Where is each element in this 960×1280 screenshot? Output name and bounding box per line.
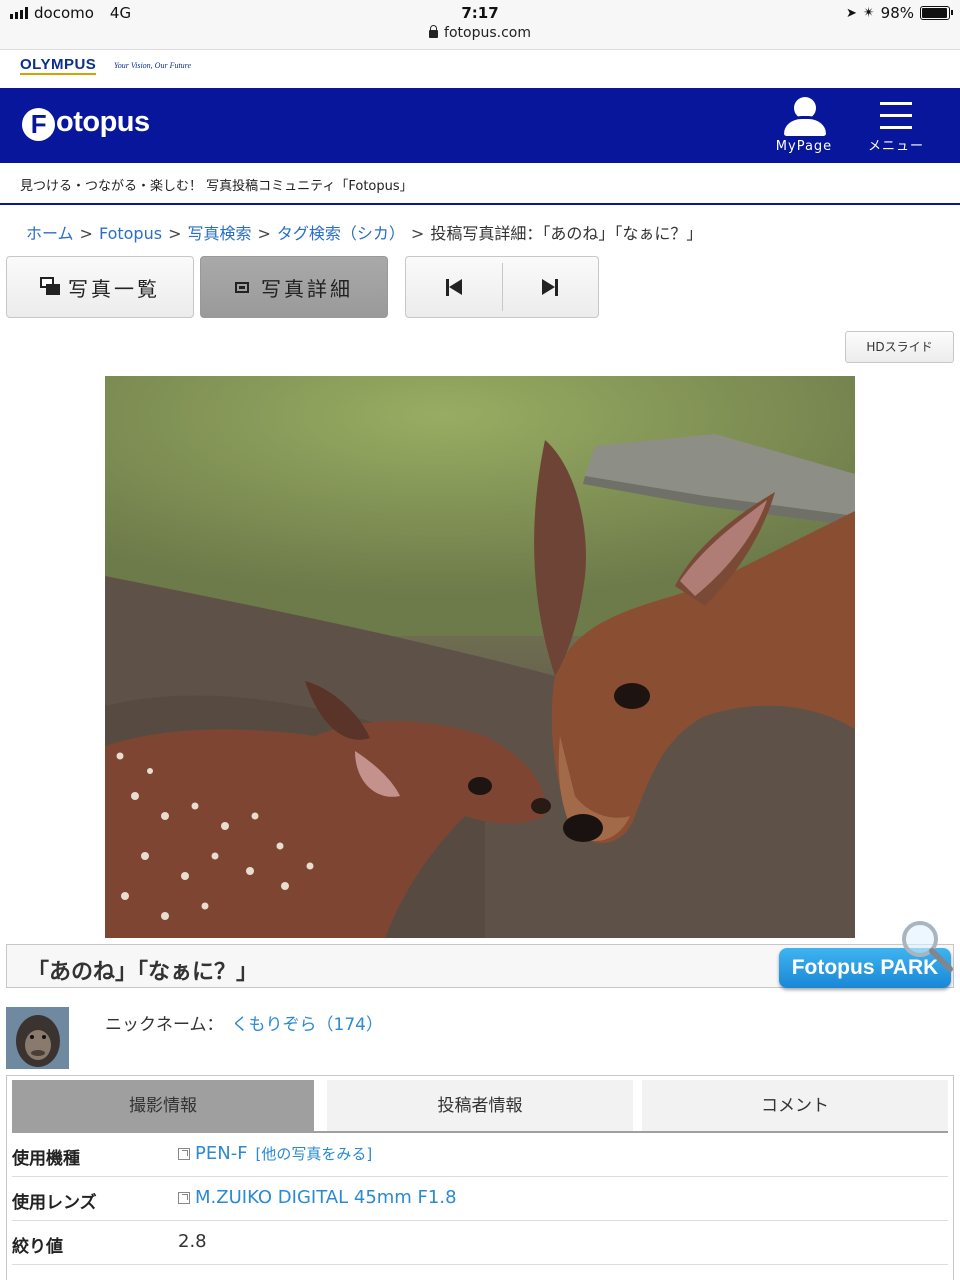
battery-percent: 98%	[880, 4, 914, 22]
tab-comments[interactable]: コメント	[642, 1080, 948, 1132]
camera-link[interactable]: PEN-F	[195, 1143, 248, 1164]
breadcrumb-sep: >	[168, 224, 182, 243]
info-value: M.ZUIKO DIGITAL 45mm F1.8	[178, 1187, 457, 1208]
info-key: 絞り値	[12, 1237, 63, 1257]
skip-previous-icon	[445, 278, 462, 296]
photo-detail-button[interactable]: 写真詳細	[200, 256, 388, 318]
brand-text: otopus	[56, 106, 150, 138]
menu-button[interactable]: メニュー	[858, 94, 934, 158]
breadcrumb-sep: >	[257, 224, 271, 243]
olympus-strip: OLYMPUS Your Vision, Our Future	[0, 50, 960, 88]
breadcrumb-home[interactable]: ホーム	[26, 224, 74, 243]
tab-poster-info[interactable]: 投稿者情報	[327, 1080, 633, 1132]
info-value: PEN-F [他の写真をみる]	[178, 1143, 372, 1164]
breadcrumb-current: 投稿写真詳細：「あのね」「なぁに？」	[430, 224, 703, 243]
olympus-logo[interactable]: OLYMPUS	[20, 56, 97, 75]
breadcrumb-search[interactable]: 写真検索	[187, 224, 251, 243]
address-bar[interactable]: fotopus.com	[0, 25, 960, 41]
breadcrumb-sep: >	[410, 224, 425, 243]
mypage-label: MyPage	[775, 139, 833, 154]
photo-list-button[interactable]: 写真一覧	[6, 256, 194, 318]
ios-status-bar: docomo 4G 7:17 fotopus.com ➤ ✴ 98%	[0, 0, 960, 50]
photo-title: 「あのね」「なぁに？」	[27, 960, 259, 985]
battery-icon	[920, 6, 953, 20]
previous-photo-button[interactable]	[406, 257, 502, 317]
info-key: 使用レンズ	[12, 1193, 97, 1213]
breadcrumb-fotopus[interactable]: Fotopus	[99, 224, 162, 243]
photo-nav	[405, 256, 599, 318]
site-header: Fotopus MyPage メニュー	[0, 88, 960, 163]
breadcrumb-tag[interactable]: タグ検索（シカ）	[277, 224, 405, 243]
photo-detail-icon	[235, 281, 249, 293]
hamburger-icon	[880, 102, 912, 138]
person-icon-body	[784, 116, 826, 136]
info-row-camera: 使用機種 PEN-F [他の写真をみる]	[12, 1133, 948, 1177]
skip-next-icon	[542, 278, 559, 296]
tab-shooting-info[interactable]: 撮影情報	[12, 1080, 314, 1132]
brand-initial: F	[22, 108, 55, 141]
fotopus-logo[interactable]: Fotopus	[22, 106, 150, 141]
nickname-link[interactable]: くもりぞら（174）	[232, 1015, 383, 1035]
info-row-aperture: 絞り値 2.8	[12, 1221, 948, 1265]
clock: 7:17	[461, 4, 499, 22]
photo-list-label: 写真一覧	[68, 276, 160, 301]
menu-label: メニュー	[867, 139, 924, 154]
breadcrumb: ホーム > Fotopus > 写真検索 > タグ検索（シカ） > 投稿写真詳細：「あのね」「な…	[26, 220, 702, 244]
info-key: 使用機種	[12, 1149, 80, 1169]
url-text: fotopus.com	[444, 25, 531, 41]
mypage-button[interactable]: MyPage	[766, 94, 842, 158]
info-row-lens: 使用レンズ M.ZUIKO DIGITAL 45mm F1.8	[12, 1177, 948, 1221]
other-photos-link[interactable]: [他の写真をみる]	[256, 1145, 373, 1163]
location-icon: ➤	[846, 5, 857, 21]
deer-photo-illustration	[105, 376, 855, 938]
external-link-icon	[178, 1192, 190, 1204]
battery-fill	[922, 8, 948, 18]
lens-link[interactable]: M.ZUIKO DIGITAL 45mm F1.8	[195, 1187, 457, 1208]
lock-icon	[429, 25, 439, 38]
hd-slide-button[interactable]: HDスライド	[845, 331, 954, 363]
photo-detail-label: 写真詳細	[261, 276, 353, 301]
olympus-tagline: Your Vision, Our Future	[114, 61, 192, 70]
nickname-row: ニックネーム： くもりぞら（174）	[105, 1010, 383, 1035]
status-right: ➤ ✴ 98%	[846, 4, 953, 22]
external-link-icon	[178, 1148, 190, 1160]
next-photo-button[interactable]	[503, 257, 599, 317]
bluetooth-icon: ✴	[862, 5, 875, 21]
breadcrumb-sep: >	[79, 224, 93, 243]
nickname-label: ニックネーム：	[105, 1015, 224, 1035]
site-tagline: 見つける・つながる・楽しむ！ 写真投稿コミュニティ「Fotopus」	[0, 163, 960, 205]
info-value: 2.8	[178, 1231, 207, 1252]
avatar[interactable]	[6, 1007, 69, 1069]
avatar-image	[6, 1007, 69, 1069]
magnifier-icon	[902, 921, 953, 972]
main-photo[interactable]	[105, 376, 855, 938]
photo-list-icon	[40, 277, 62, 297]
